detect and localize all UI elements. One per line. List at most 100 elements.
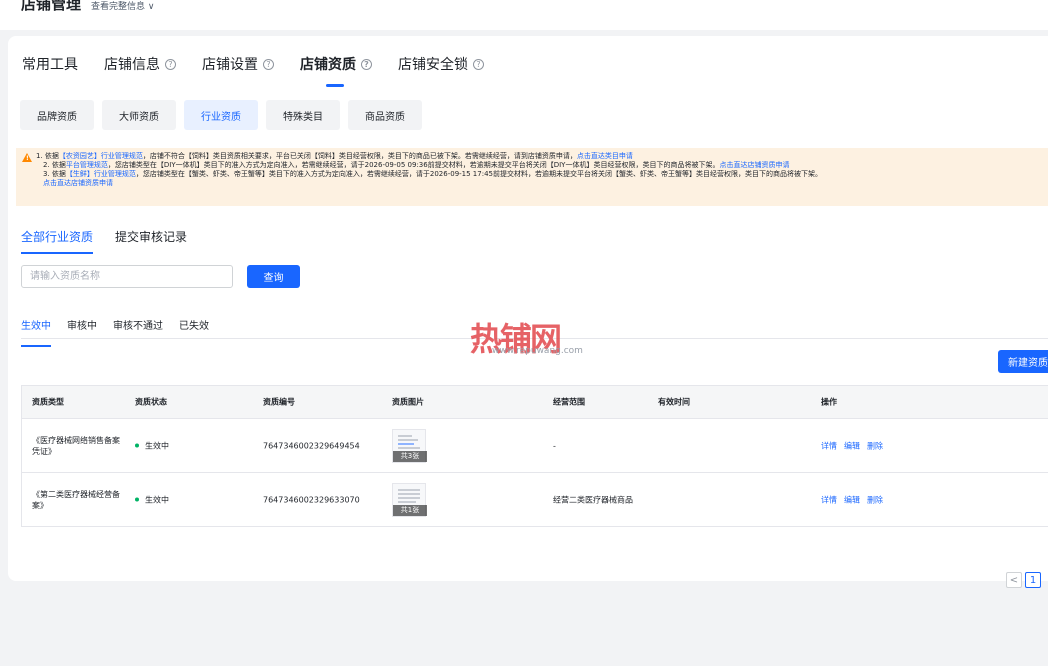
main-card: 常用工具 店铺信息? 店铺设置? 店铺资质? 店铺安全锁? 品牌资质 大师资质 … <box>8 36 1048 588</box>
tab-label: 店铺资质 <box>300 57 356 73</box>
tab-common-tools[interactable]: 常用工具 <box>22 53 78 75</box>
new-qualification-button[interactable]: 新建资质 <box>998 350 1048 373</box>
doc-line <box>398 488 420 491</box>
notice-text: 2. 依据 <box>43 161 66 169</box>
watermark-url: www.repuwang.com <box>492 346 583 356</box>
help-icon[interactable]: ? <box>473 58 484 70</box>
business-scope: 经营二类医疗器械商品 <box>553 495 633 504</box>
column-header: 资质状态 <box>135 397 167 407</box>
status-tab-rejected[interactable]: 审核不通过 <box>113 317 163 338</box>
qualification-type: 《医疗器械网络销售备案凭证》 <box>32 435 120 456</box>
list-tabs: 全部行业资质 提交审核记录 <box>21 228 209 254</box>
notice-text: ，您店铺类型在【蟹类、虾类、帝王蟹等】类目下的准入方式为定向准入，若需继续经营，… <box>135 170 822 178</box>
doc-line <box>398 446 420 449</box>
main-tabs: 常用工具 店铺信息? 店铺设置? 店铺资质? 店铺安全锁? <box>22 53 510 87</box>
subtab-master[interactable]: 大师资质 <box>102 100 176 130</box>
tab-all-industry-qualifications[interactable]: 全部行业资质 <box>21 228 94 254</box>
help-icon[interactable]: ? <box>263 58 274 70</box>
column-header: 经营范围 <box>553 397 585 407</box>
qualification-number: 7647346002329649454 <box>263 441 360 450</box>
status-dot-icon <box>135 497 139 502</box>
row-actions: 详情 编辑 删除 <box>821 440 890 451</box>
doc-line <box>398 492 420 495</box>
qualification-apply-link[interactable]: 点击直达店铺资质申请 <box>719 161 789 169</box>
column-header: 资质图片 <box>392 397 424 407</box>
rule-link[interactable]: 平台管理规范 <box>66 161 108 169</box>
tab-label: 店铺安全锁 <box>398 57 468 73</box>
qualification-type: 《第二类医疗器械经营备案》 <box>32 489 120 510</box>
notice-line: 2. 依据平台管理规范，您店铺类型在【DIY一体机】类目下的准入方式为定向准入，… <box>36 161 1048 170</box>
subtab-brand[interactable]: 品牌资质 <box>20 100 94 130</box>
column-header: 资质编号 <box>263 397 295 407</box>
edit-link[interactable]: 编辑 <box>844 495 860 504</box>
tab-store-qualification[interactable]: 店铺资质? <box>300 53 372 87</box>
doc-line <box>398 500 416 503</box>
notice-line: 1. 依据【农资园艺】行业管理规范，店铺不符合【饲料】类目资质相关要求，平台已关… <box>36 152 1048 161</box>
qualification-image-thumbnail[interactable]: 共1张 <box>392 482 427 517</box>
detail-link[interactable]: 详情 <box>821 495 837 504</box>
subtab-special-category[interactable]: 特殊类目 <box>266 100 340 130</box>
prev-page-button[interactable]: < <box>1006 572 1022 588</box>
top-bar: 店铺管理 查看完整信息 ∨ <box>0 0 1048 30</box>
qualification-table: 资质类型 资质状态 资质编号 资质图片 经营范围 有效时间 操作 《医疗器械网络… <box>21 385 1048 527</box>
rule-link[interactable]: 【生鲜】行业管理规范 <box>66 170 136 178</box>
tab-label: 常用工具 <box>22 57 78 73</box>
status-cell: 生效中 <box>135 440 169 451</box>
status-cell: 生效中 <box>135 494 169 505</box>
qualification-apply-link[interactable]: 点击直达店铺资质申请 <box>43 179 113 187</box>
edit-link[interactable]: 编辑 <box>844 441 860 450</box>
page-1-button[interactable]: 1 <box>1025 572 1041 588</box>
doc-line <box>398 496 420 499</box>
status-tab-reviewing[interactable]: 审核中 <box>67 317 97 338</box>
qualification-name-search-input[interactable] <box>21 265 233 288</box>
pagination: < 1 <box>1006 572 1044 588</box>
qualification-number: 7647346002329633070 <box>263 495 360 504</box>
page-title: 店铺管理 <box>21 0 82 13</box>
tab-submit-review-records[interactable]: 提交审核记录 <box>115 228 187 245</box>
column-header: 有效时间 <box>658 397 690 407</box>
status-text: 生效中 <box>145 495 169 504</box>
delete-link[interactable]: 删除 <box>867 441 883 450</box>
table-header: 资质类型 资质状态 资质编号 资质图片 经营范围 有效时间 操作 <box>22 386 1048 418</box>
column-header: 操作 <box>821 397 837 407</box>
notice-text: 3. 依据 <box>43 170 66 178</box>
watermark: 热铺网 www.repuwang.com <box>470 314 590 360</box>
business-scope: - <box>553 441 556 450</box>
row-actions: 详情 编辑 删除 <box>821 494 890 505</box>
tab-store-info[interactable]: 店铺信息? <box>104 53 176 75</box>
subtab-product[interactable]: 商品资质 <box>348 100 422 130</box>
qualification-subtabs: 品牌资质 大师资质 行业资质 特殊类目 商品资质 <box>20 100 430 130</box>
tab-label: 店铺信息 <box>104 57 160 73</box>
status-tab-expired[interactable]: 已失效 <box>179 317 209 338</box>
notice-text: 1. 依据 <box>36 152 59 160</box>
help-icon[interactable]: ? <box>361 58 372 70</box>
tab-store-settings[interactable]: 店铺设置? <box>202 53 274 75</box>
category-apply-link[interactable]: 点击直达类目申请 <box>577 152 633 160</box>
notice-line: 3. 依据【生鲜】行业管理规范，您店铺类型在【蟹类、虾类、帝王蟹等】类目下的准入… <box>36 170 1048 179</box>
doc-line <box>398 442 414 445</box>
detail-link[interactable]: 详情 <box>821 441 837 450</box>
status-tab-active[interactable]: 生效中 <box>21 317 51 347</box>
tab-label: 店铺设置 <box>202 57 258 73</box>
notice-text: ，店铺不符合【饲料】类目资质相关要求，平台已关闭【饲料】类目经营权限，类目下的商… <box>142 152 577 160</box>
qualification-image-thumbnail[interactable]: 共3张 <box>392 428 427 463</box>
warning-icon: ! <box>22 153 32 162</box>
notice-text: ，您店铺类型在【DIY一体机】类目下的准入方式为定向准入，若需继续经营，请于20… <box>107 161 720 169</box>
rule-link[interactable]: 【农资园艺】行业管理规范 <box>59 152 143 160</box>
status-dot-icon <box>135 443 139 448</box>
table-row: 《医疗器械网络销售备案凭证》 生效中 7647346002329649454 共… <box>22 418 1048 472</box>
warning-notice: ! 1. 依据【农资园艺】行业管理规范，店铺不符合【饲料】类目资质相关要求，平台… <box>16 148 1048 206</box>
tab-store-security-lock[interactable]: 店铺安全锁? <box>398 53 484 75</box>
column-header: 资质类型 <box>32 397 64 407</box>
image-count-badge: 共3张 <box>393 450 427 462</box>
view-full-info-link[interactable]: 查看完整信息 ∨ <box>91 0 154 14</box>
notice-line: 点击直达店铺资质申请 <box>36 179 1048 188</box>
help-icon[interactable]: ? <box>165 58 176 70</box>
query-button[interactable]: 查询 <box>247 265 300 288</box>
doc-line <box>398 434 412 437</box>
subtab-industry[interactable]: 行业资质 <box>184 100 258 130</box>
delete-link[interactable]: 删除 <box>867 495 883 504</box>
doc-line <box>398 438 418 441</box>
image-count-badge: 共1张 <box>393 504 427 516</box>
status-text: 生效中 <box>145 441 169 450</box>
